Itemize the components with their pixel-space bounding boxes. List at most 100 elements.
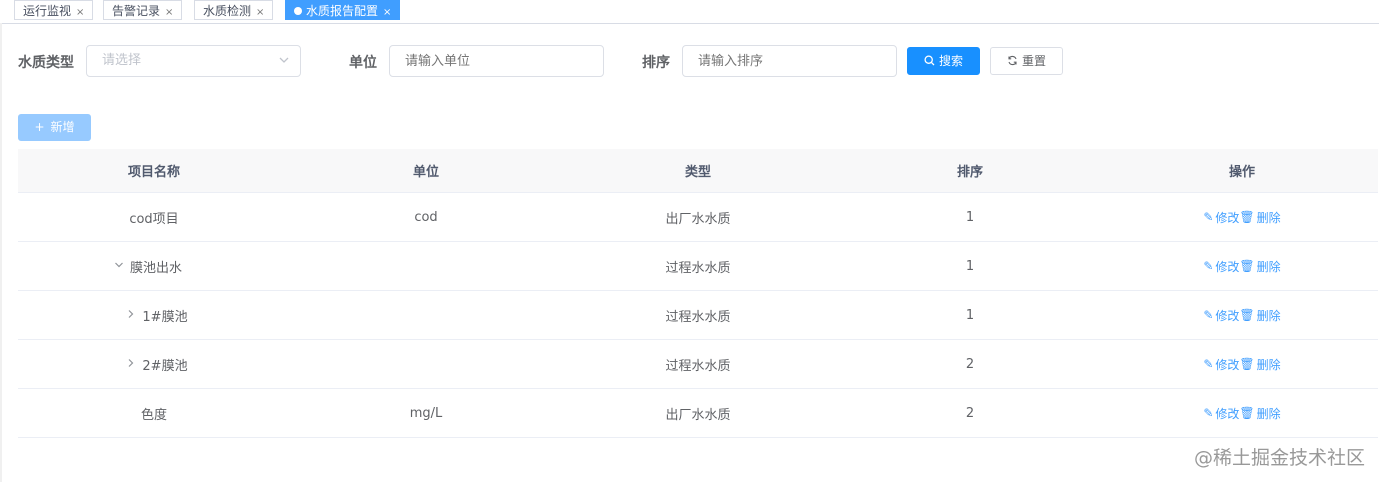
edit-button[interactable]: ✎ 修改 <box>1203 356 1239 373</box>
reset-button[interactable]: 重置 <box>990 47 1063 75</box>
cell-actions: ✎ 修改 🗑 删除 <box>1106 291 1378 339</box>
search-button-label: 搜索 <box>938 54 963 68</box>
type-select-placeholder: 请选择 <box>102 53 142 68</box>
cell-type: 过程水水质 <box>665 309 731 325</box>
table-header: 项目名称 单位 类型 排序 操作 <box>18 149 1378 193</box>
row-name: 2#膜池 <box>142 358 188 374</box>
cell-unit <box>290 291 562 339</box>
cell-type: 出厂水水质 <box>665 211 731 227</box>
cell-name: cod项目 <box>18 193 290 241</box>
delete-label: 删除 <box>1256 210 1281 225</box>
header-unit: 单位 <box>412 165 439 180</box>
cell-sort: 2 <box>965 405 975 421</box>
sidebar-edge <box>0 23 2 482</box>
header-actions: 操作 <box>1228 165 1255 180</box>
edit-icon: ✎ <box>1203 210 1214 224</box>
tag-water-report-config[interactable]: 水质报告配置 × <box>285 0 401 20</box>
edit-button[interactable]: ✎ 修改 <box>1203 405 1239 422</box>
unit-input[interactable] <box>389 45 604 77</box>
close-icon[interactable]: × <box>165 7 173 18</box>
add-button-label: 新增 <box>50 120 75 134</box>
cell-unit <box>290 340 562 388</box>
cell-unit: cod <box>414 209 438 225</box>
chevron-right-icon[interactable] <box>124 358 138 371</box>
delete-icon: 🗑 <box>1239 308 1255 322</box>
cell-type: 出厂水水质 <box>665 407 731 423</box>
chevron-right-icon[interactable] <box>124 309 138 322</box>
tag-label: 水质报告配置 <box>306 4 379 18</box>
close-icon[interactable]: × <box>256 7 264 18</box>
delete-button[interactable]: 🗑 删除 <box>1239 405 1280 422</box>
delete-label: 删除 <box>1256 406 1281 421</box>
edit-icon: ✎ <box>1203 308 1214 322</box>
delete-button[interactable]: 🗑 删除 <box>1239 258 1280 275</box>
cell-name: 1#膜池 <box>18 291 290 339</box>
table-row: 2#膜池 过程水水质 2 ✎ 修改 🗑 删除 <box>18 340 1378 389</box>
cell-sort: 2 <box>965 356 975 372</box>
delete-label: 删除 <box>1256 259 1281 274</box>
header-name: 项目名称 <box>127 165 180 180</box>
row-name: 色度 <box>140 407 167 423</box>
cell-actions: ✎ 修改 🗑 删除 <box>1106 193 1378 241</box>
watermark: @稀土掘金技术社区 <box>1193 447 1365 469</box>
edit-button[interactable]: ✎ 修改 <box>1203 307 1239 324</box>
edit-label: 修改 <box>1215 308 1240 323</box>
row-name: 1#膜池 <box>142 309 188 325</box>
table-row: cod项目 cod 出厂水水质 1 ✎ 修改 🗑 删除 <box>18 193 1378 242</box>
cell-name: 2#膜池 <box>18 340 290 388</box>
tag-label: 运行监视 <box>23 4 72 18</box>
cell-sort: 1 <box>965 209 975 225</box>
reset-button-label: 重置 <box>1021 54 1046 68</box>
edit-icon: ✎ <box>1203 357 1214 371</box>
close-icon[interactable]: × <box>76 7 84 18</box>
active-dot-icon <box>294 7 302 15</box>
chevron-down-icon[interactable] <box>112 260 126 273</box>
cell-type: 过程水水质 <box>665 260 731 276</box>
edit-icon: ✎ <box>1203 259 1214 273</box>
cell-sort: 1 <box>965 258 975 274</box>
add-button[interactable]: + 新增 <box>18 114 91 141</box>
header-type: 类型 <box>684 165 711 180</box>
search-icon <box>924 49 935 75</box>
cell-unit: mg/L <box>409 405 443 421</box>
edit-label: 修改 <box>1215 259 1240 274</box>
cell-actions: ✎ 修改 🗑 删除 <box>1106 340 1378 388</box>
table-row: 膜池出水 过程水水质 1 ✎ 修改 🗑 删除 <box>18 242 1378 291</box>
cell-actions: ✎ 修改 🗑 删除 <box>1106 389 1378 437</box>
delete-button[interactable]: 🗑 删除 <box>1239 209 1280 226</box>
tag-alarm-records[interactable]: 告警记录 × <box>103 0 183 20</box>
tag-label: 水质检测 <box>203 4 252 18</box>
sort-label: 排序 <box>642 55 670 71</box>
delete-button[interactable]: 🗑 删除 <box>1239 356 1280 373</box>
cell-name: 膜池出水 <box>18 242 290 290</box>
tags-view-bar: 运行监视 × 告警记录 × 水质检测 × 水质报告配置 × <box>0 0 1379 24</box>
search-button[interactable]: 搜索 <box>907 47 980 75</box>
delete-icon: 🗑 <box>1239 357 1255 371</box>
unit-label: 单位 <box>349 55 377 71</box>
tag-water-quality-test[interactable]: 水质检测 × <box>194 0 274 20</box>
close-icon[interactable]: × <box>383 7 391 18</box>
delete-icon: 🗑 <box>1239 406 1255 420</box>
edit-button[interactable]: ✎ 修改 <box>1203 258 1239 275</box>
delete-icon: 🗑 <box>1239 210 1255 224</box>
type-label: 水质类型 <box>18 55 74 71</box>
edit-label: 修改 <box>1215 357 1240 372</box>
edit-icon: ✎ <box>1203 406 1214 420</box>
type-select[interactable]: 请选择 <box>86 45 301 77</box>
config-table: 项目名称 单位 类型 排序 操作 cod项目 cod 出厂水水质 1 ✎ 修改 🗑… <box>18 149 1378 438</box>
header-sort: 排序 <box>956 165 983 180</box>
edit-label: 修改 <box>1215 406 1240 421</box>
cell-type: 过程水水质 <box>665 358 731 374</box>
edit-button[interactable]: ✎ 修改 <box>1203 209 1239 226</box>
delete-label: 删除 <box>1256 357 1281 372</box>
table-row: 色度 mg/L 出厂水水质 2 ✎ 修改 🗑 删除 <box>18 389 1378 438</box>
delete-button[interactable]: 🗑 删除 <box>1239 307 1280 324</box>
delete-label: 删除 <box>1256 308 1281 323</box>
edit-label: 修改 <box>1215 210 1240 225</box>
sort-input[interactable] <box>682 45 897 77</box>
refresh-icon <box>1007 49 1018 75</box>
tag-run-monitor[interactable]: 运行监视 × <box>14 0 94 20</box>
table-row: 1#膜池 过程水水质 1 ✎ 修改 🗑 删除 <box>18 291 1378 340</box>
row-name: cod项目 <box>129 211 179 227</box>
cell-actions: ✎ 修改 🗑 删除 <box>1106 242 1378 290</box>
